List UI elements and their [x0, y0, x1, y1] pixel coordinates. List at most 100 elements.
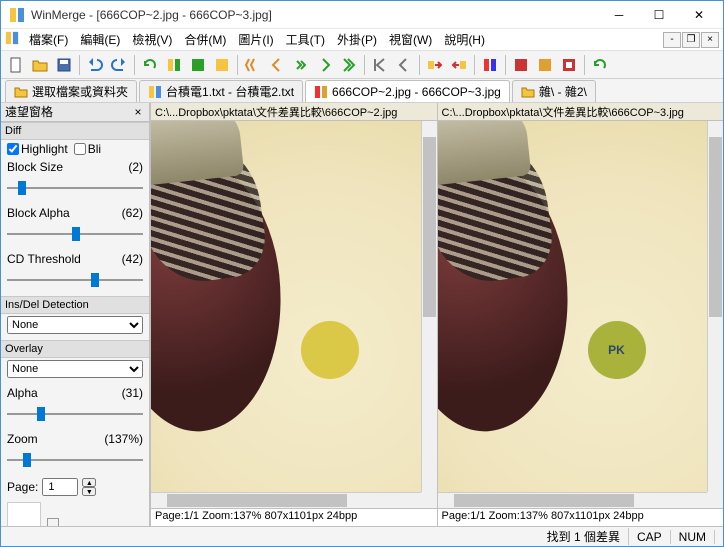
folder-compare-icon: [521, 85, 535, 99]
right-hscroll[interactable]: [438, 492, 708, 508]
mdi-minimize[interactable]: -: [663, 32, 681, 48]
diff-last-icon[interactable]: [338, 54, 360, 76]
zoom-label: Zoom: [7, 432, 38, 446]
refresh-all-icon[interactable]: [589, 54, 611, 76]
tab-txt[interactable]: 台積電1.txt - 台積電2.txt: [139, 80, 303, 102]
cd-threshold-slider[interactable]: [7, 270, 143, 290]
page-thumb-checkbox[interactable]: [47, 518, 59, 526]
alpha-value: (31): [122, 386, 143, 400]
copy-right-icon[interactable]: [424, 54, 446, 76]
pk-badge: PK: [588, 321, 646, 379]
menu-view[interactable]: 檢視(V): [126, 29, 178, 50]
tool-b-icon[interactable]: [534, 54, 556, 76]
left-path[interactable]: C:\...Dropbox\pktata\文件差異比較\666COP~2.jpg: [151, 103, 437, 121]
menubar: 檔案(F) 編輯(E) 檢視(V) 合併(M) 圖片(I) 工具(T) 外掛(P…: [1, 29, 723, 51]
save-icon[interactable]: [53, 54, 75, 76]
menu-file[interactable]: 檔案(F): [23, 29, 74, 50]
tool-a-icon[interactable]: [510, 54, 532, 76]
sidebar-close-icon[interactable]: ×: [131, 105, 145, 119]
diff-prev-icon[interactable]: [266, 54, 288, 76]
tabbar: 選取檔案或資料夾 台積電1.txt - 台積電2.txt 666COP~2.jp…: [1, 79, 723, 103]
tab-txt-label: 台積電1.txt - 台積電2.txt: [166, 83, 294, 100]
diff-first-icon[interactable]: [242, 54, 264, 76]
block-size-value: (2): [128, 160, 143, 174]
block-size-label: Block Size: [7, 160, 63, 174]
left-vscroll[interactable]: [421, 121, 437, 492]
menu-tools[interactable]: 工具(T): [280, 29, 331, 50]
zoom-slider[interactable]: [7, 450, 143, 470]
doc-name: [666COP~2.jpg - 666COP~3.jpg]: [96, 8, 271, 22]
page-spinner[interactable]: ▲▼: [82, 478, 96, 496]
menu-image[interactable]: 圖片(I): [232, 29, 279, 50]
status-cap: CAP: [629, 530, 671, 544]
nav-prev-icon[interactable]: [393, 54, 415, 76]
overlay-select[interactable]: None: [7, 360, 143, 378]
compare-img-icon: [314, 85, 328, 99]
menu-edit[interactable]: 編輯(E): [74, 29, 126, 50]
tab-select[interactable]: 選取檔案或資料夾: [5, 80, 137, 102]
maximize-button[interactable]: ☐: [639, 3, 679, 27]
insdel-select[interactable]: None: [7, 316, 143, 334]
cd-threshold-value: (42): [122, 252, 143, 266]
main: 遠望窗格 × Diff Highlight Bli Block Size(2) …: [1, 103, 723, 526]
left-pane: C:\...Dropbox\pktata\文件差異比較\666COP~2.jpg…: [150, 103, 437, 526]
app-name: WinMerge: [31, 8, 86, 22]
block-alpha-slider[interactable]: [7, 224, 143, 244]
tab-jpg[interactable]: 666COP~2.jpg - 666COP~3.jpg: [305, 80, 510, 102]
right-path[interactable]: C:\...Dropbox\pktata\文件差異比較\666COP~3.jpg: [438, 103, 724, 121]
blink-checkbox[interactable]: Bli: [74, 142, 101, 156]
left-image-viewport[interactable]: [151, 121, 437, 508]
statusbar: 找到 1 個差異 CAP NUM: [1, 526, 723, 546]
refresh-left-icon[interactable]: [139, 54, 161, 76]
block-size-slider[interactable]: [7, 178, 143, 198]
highlight-checkbox[interactable]: Highlight: [7, 142, 68, 156]
redo-icon[interactable]: [108, 54, 130, 76]
titlebar: WinMerge - [666COP~2.jpg - 666COP~3.jpg]…: [1, 1, 723, 29]
new-icon[interactable]: [5, 54, 27, 76]
insdel-header: Ins/Del Detection: [1, 296, 149, 314]
tab-folder-label: 雜\ - 雜2\: [539, 83, 587, 100]
mdi-close[interactable]: ×: [701, 32, 719, 48]
compare-panes: C:\...Dropbox\pktata\文件差異比較\666COP~2.jpg…: [150, 103, 723, 526]
merge-icon[interactable]: [479, 54, 501, 76]
right-vscroll[interactable]: [707, 121, 723, 492]
diff-next-icon[interactable]: [314, 54, 336, 76]
tool-c-icon[interactable]: [558, 54, 580, 76]
sidebar: 遠望窗格 × Diff Highlight Bli Block Size(2) …: [1, 103, 150, 526]
menu-window[interactable]: 視窗(W): [383, 29, 438, 50]
diff-current-icon[interactable]: [290, 54, 312, 76]
left-hscroll[interactable]: [151, 492, 421, 508]
status-diff-count: 找到 1 個差異: [539, 528, 629, 545]
sidebar-title-label: 遠望窗格: [5, 103, 53, 120]
mdi-restore[interactable]: ❐: [682, 32, 700, 48]
cd-threshold-label: CD Threshold: [7, 252, 81, 266]
refresh-green-icon[interactable]: [187, 54, 209, 76]
status-num: NUM: [671, 530, 715, 544]
close-button[interactable]: ✕: [679, 3, 719, 27]
minimize-button[interactable]: ─: [599, 3, 639, 27]
menu-help[interactable]: 說明(H): [438, 29, 491, 50]
undo-icon[interactable]: [84, 54, 106, 76]
refresh-right-icon[interactable]: [163, 54, 185, 76]
diff-panel: Diff Highlight Bli Block Size(2) Block A…: [1, 122, 149, 526]
page-label: Page:: [7, 480, 38, 494]
tab-jpg-label: 666COP~2.jpg - 666COP~3.jpg: [332, 85, 501, 99]
block-alpha-label: Block Alpha: [7, 206, 70, 220]
page-input[interactable]: [42, 478, 78, 496]
alpha-slider[interactable]: [7, 404, 143, 424]
refresh-yellow-icon[interactable]: [211, 54, 233, 76]
nav-first-icon[interactable]: [369, 54, 391, 76]
folder-icon: [14, 85, 28, 99]
window-title: WinMerge - [666COP~2.jpg - 666COP~3.jpg]: [31, 8, 599, 22]
tab-folder[interactable]: 雜\ - 雜2\: [512, 80, 596, 102]
tab-select-label: 選取檔案或資料夾: [32, 83, 128, 100]
toolbar: [1, 51, 723, 79]
alpha-label: Alpha: [7, 386, 38, 400]
menu-merge[interactable]: 合併(M): [178, 29, 232, 50]
page-thumbnail[interactable]: [7, 502, 41, 526]
menu-plugins[interactable]: 外掛(P): [331, 29, 383, 50]
open-icon[interactable]: [29, 54, 51, 76]
sidebar-title: 遠望窗格 ×: [1, 103, 149, 122]
copy-left-icon[interactable]: [448, 54, 470, 76]
right-image-viewport[interactable]: PK: [438, 121, 724, 508]
